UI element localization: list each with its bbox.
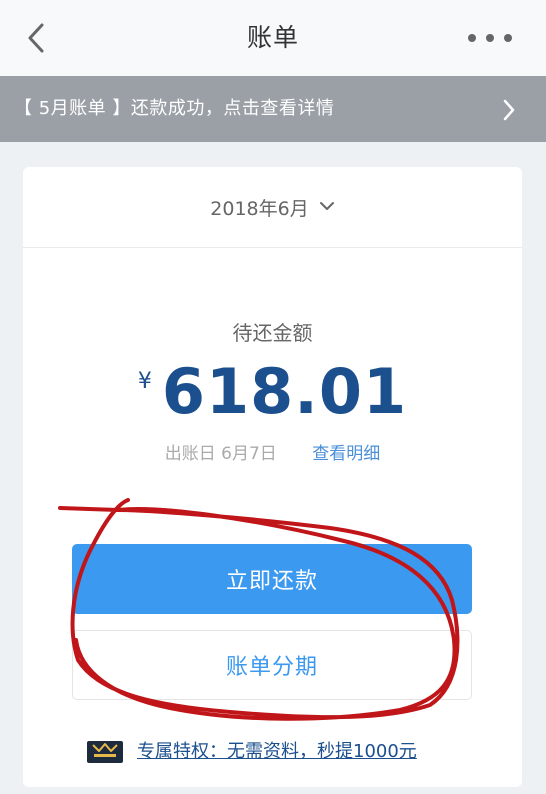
chevron-right-icon (503, 99, 515, 121)
crown-card-icon (87, 741, 123, 763)
bill-screen: 账单 【 5月账单 】还款成功，点击查看详情 2018年6月 待还金额 ¥ 61… (0, 0, 546, 794)
month-label: 2018年6月 (210, 197, 309, 220)
bill-date: 出账日 6月7日 (164, 444, 277, 464)
privilege-link[interactable]: 专属特权：无需资料，秒提1000元 (87, 735, 417, 765)
view-detail-link[interactable]: 查看明细 (312, 444, 380, 464)
navigation-bar: 账单 (0, 0, 546, 76)
page-title: 账单 (246, 23, 299, 52)
more-dots-icon (468, 34, 476, 42)
month-selector[interactable]: 2018年6月 (23, 167, 522, 248)
amount-row: ¥ 618.01 (23, 357, 522, 429)
repay-now-button[interactable]: 立即还款 (72, 544, 472, 614)
bill-installment-button[interactable]: 账单分期 (72, 630, 472, 700)
repayment-notice-banner[interactable]: 【 5月账单 】还款成功，点击查看详情 (0, 76, 546, 142)
more-button[interactable] (468, 32, 512, 44)
chevron-down-icon (319, 202, 334, 210)
amount-due-value: 618.01 (161, 355, 408, 428)
more-dot (504, 34, 512, 42)
bill-card: 2018年6月 待还金额 ¥ 618.01 出账日 6月7日 查看明细 立即还款… (23, 167, 522, 787)
notice-text: 【 5月账单 】还款成功，点击查看详情 (14, 98, 335, 119)
privilege-text: 专属特权：无需资料，秒提1000元 (137, 741, 417, 762)
bill-date-row: 出账日 6月7日 查看明细 (23, 439, 522, 464)
currency-symbol: ¥ (137, 369, 152, 394)
more-dot (486, 34, 494, 42)
amount-due-label: 待还金额 (232, 321, 313, 345)
